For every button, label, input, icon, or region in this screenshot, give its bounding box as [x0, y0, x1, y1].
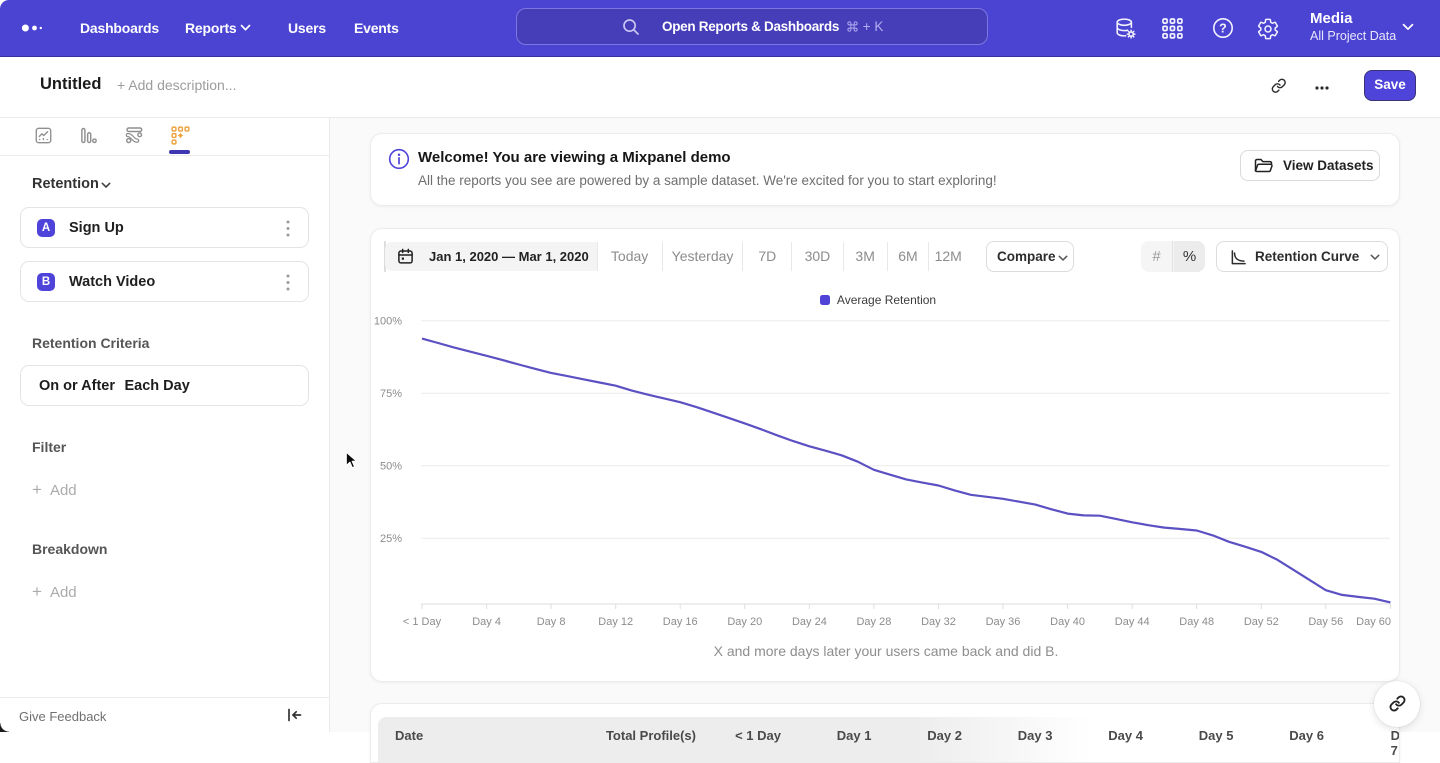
svg-text:50%: 50%: [380, 461, 402, 473]
svg-text:75%: 75%: [380, 388, 402, 400]
svg-text:Day 16: Day 16: [663, 616, 698, 628]
svg-text:Day 20: Day 20: [727, 616, 762, 628]
svg-text:Day 8: Day 8: [537, 616, 566, 628]
svg-text:25%: 25%: [380, 533, 402, 545]
svg-text:Day 60: Day 60: [1356, 616, 1391, 628]
svg-text:Day 24: Day 24: [792, 616, 827, 628]
svg-text:Day 44: Day 44: [1115, 616, 1150, 628]
svg-text:Day 32: Day 32: [921, 616, 956, 628]
svg-text:Day 28: Day 28: [856, 616, 891, 628]
svg-text:Day 48: Day 48: [1179, 616, 1214, 628]
svg-text:Day 12: Day 12: [598, 616, 633, 628]
svg-text:Day 56: Day 56: [1308, 616, 1343, 628]
svg-text:Day 40: Day 40: [1050, 616, 1085, 628]
svg-text:100%: 100%: [374, 316, 402, 328]
svg-text:?: ?: [1219, 21, 1227, 35]
svg-text:Day 52: Day 52: [1244, 616, 1279, 628]
svg-text:Day 4: Day 4: [472, 616, 501, 628]
svg-text:< 1 Day: < 1 Day: [403, 616, 442, 628]
svg-text:Day 36: Day 36: [986, 616, 1021, 628]
